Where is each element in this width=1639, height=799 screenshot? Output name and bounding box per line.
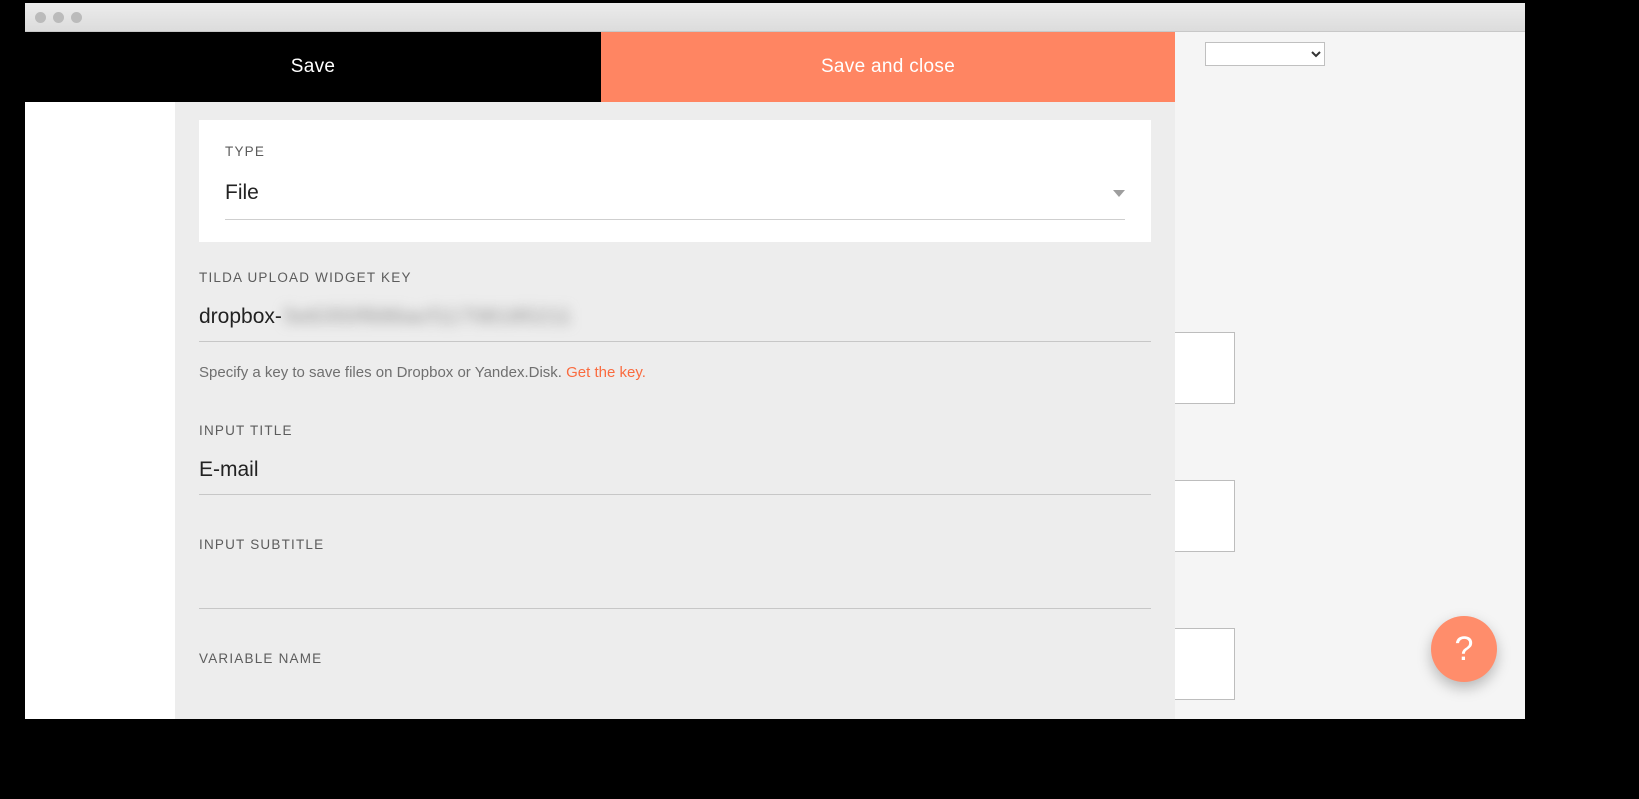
type-label: TYPE: [225, 144, 1125, 159]
type-select-value: File: [225, 181, 259, 205]
background-panel: [1173, 480, 1235, 552]
widget-key-label: TILDA UPLOAD WIDGET KEY: [199, 270, 1151, 285]
question-icon: ?: [1455, 630, 1474, 669]
app-window: Save Save and close TYPE File: [25, 3, 1525, 719]
window-zoom-icon[interactable]: [71, 12, 82, 23]
chevron-down-icon: [1113, 190, 1125, 197]
type-card: TYPE File: [199, 120, 1151, 242]
input-subtitle-field[interactable]: [199, 568, 1151, 609]
background-panel: [1173, 628, 1235, 700]
save-button[interactable]: Save: [25, 32, 601, 102]
window-close-icon[interactable]: [35, 12, 46, 23]
input-subtitle-label: INPUT SUBTITLE: [199, 537, 1151, 552]
modal-left-rail: [25, 102, 175, 719]
variable-name-group: VARIABLE NAME: [199, 651, 1151, 666]
input-title-field[interactable]: [199, 454, 1151, 495]
help-button[interactable]: ?: [1431, 616, 1497, 682]
input-title-group: INPUT TITLE: [199, 423, 1151, 495]
window-titlebar: [25, 3, 1525, 32]
page-background: Save Save and close TYPE File: [25, 32, 1525, 719]
background-panel: [1173, 332, 1235, 404]
background-language-select[interactable]: [1205, 42, 1325, 66]
type-select[interactable]: File: [225, 179, 1125, 220]
input-title-label: INPUT TITLE: [199, 423, 1151, 438]
settings-modal: Save Save and close TYPE File: [25, 32, 1175, 719]
widget-key-hint: Specify a key to save files on Dropbox o…: [199, 364, 1151, 381]
widget-key-input[interactable]: dropbox- 5e6350f686acf11708185211: [199, 301, 1151, 342]
widget-key-obscured: 5e6350f686acf11708185211: [284, 305, 572, 329]
input-subtitle-group: INPUT SUBTITLE: [199, 537, 1151, 609]
save-and-close-button[interactable]: Save and close: [601, 32, 1175, 102]
variable-name-label: VARIABLE NAME: [199, 651, 1151, 666]
widget-key-hint-text: Specify a key to save files on Dropbox o…: [199, 364, 566, 381]
form-area: TYPE File TILDA UPLOAD WIDGET KEY dropbo…: [175, 102, 1175, 719]
get-the-key-link[interactable]: Get the key.: [566, 364, 646, 381]
modal-header: Save Save and close: [25, 32, 1175, 102]
widget-key-prefix: dropbox-: [199, 305, 282, 329]
widget-key-group: TILDA UPLOAD WIDGET KEY dropbox- 5e6350f…: [199, 270, 1151, 381]
window-minimize-icon[interactable]: [53, 12, 64, 23]
modal-body: TYPE File TILDA UPLOAD WIDGET KEY dropbo…: [25, 102, 1175, 719]
